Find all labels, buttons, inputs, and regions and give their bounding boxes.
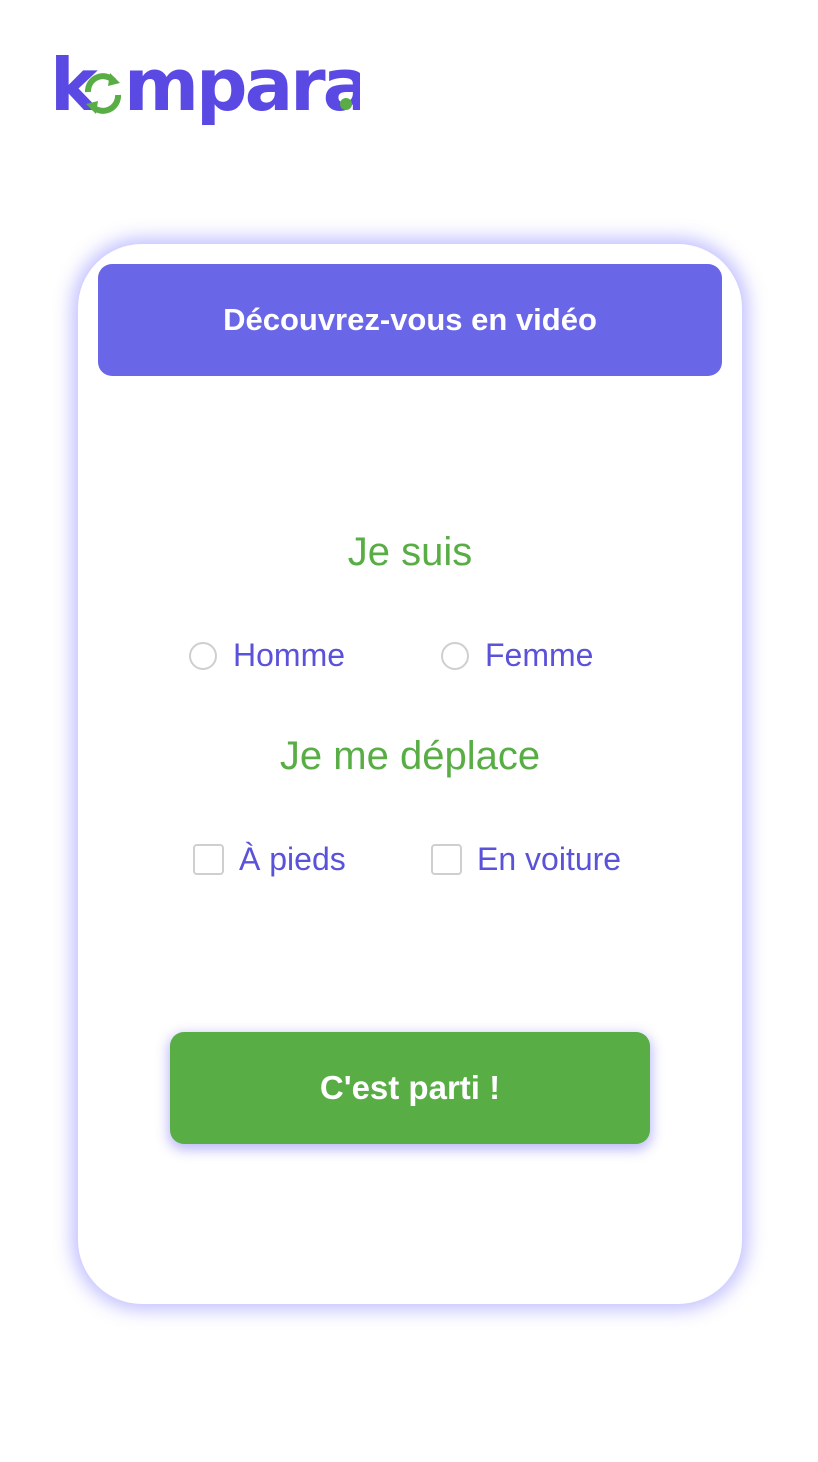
transport-option-voiture[interactable]: En voiture [431, 841, 621, 878]
logo-text-rest: mpara [124, 48, 360, 127]
transport-title: Je me déplace [279, 734, 541, 778]
checkbox-pieds[interactable] [193, 844, 224, 875]
checkbox-pieds-label: À pieds [239, 841, 346, 877]
discover-video-button[interactable]: Découvrez-vous en vidéo [98, 264, 722, 376]
kompara-logo-graphic: k mpara [50, 48, 360, 127]
checkbox-voiture-label: En voiture [477, 841, 622, 877]
radio-femme-label: Femme [485, 637, 594, 673]
radio-homme-label: Homme [233, 637, 346, 673]
kompara-logo[interactable]: k mpara [50, 48, 360, 134]
transport-option-pieds[interactable]: À pieds [193, 841, 346, 878]
discover-video-label: Découvrez-vous en vidéo [223, 302, 597, 337]
logo-dot [340, 98, 352, 110]
submit-button[interactable]: C'est parti ! [170, 1032, 650, 1144]
logo-letter-k: k [50, 48, 100, 127]
page: k mpara Découvrez-vous en vidéo Je suis … [0, 0, 818, 1462]
submit-button-label: C'est parti ! [319, 1069, 501, 1106]
radio-femme[interactable] [441, 641, 469, 670]
radio-homme[interactable] [189, 641, 217, 670]
gender-option-homme[interactable]: Homme [189, 637, 345, 674]
gender-title: Je suis [347, 530, 473, 574]
form-card: Découvrez-vous en vidéo Je suis Homme Fe… [78, 244, 742, 1304]
checkbox-voiture[interactable] [431, 844, 462, 875]
gender-option-femme[interactable]: Femme [441, 637, 593, 674]
